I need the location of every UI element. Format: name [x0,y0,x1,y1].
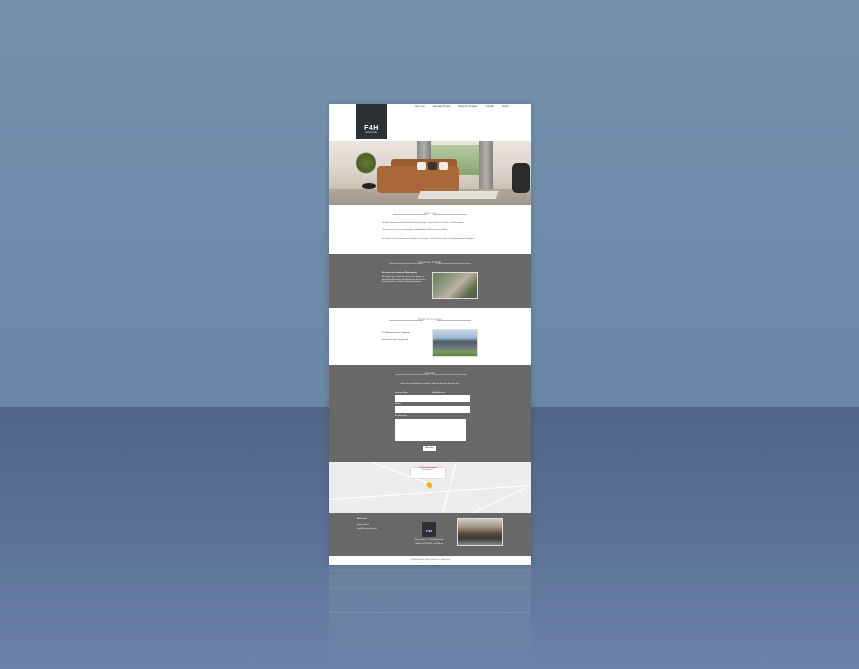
nav-item-aktuelles-projekt[interactable]: Aktuelles Projekt [433,105,451,108]
about-paragraph: Seit vielen Jahren realisieren wir Proje… [382,238,475,240]
site-logo[interactable]: F4H ENTWICKLUNG [356,104,387,139]
nav-item-ueber-uns[interactable]: Über uns [415,105,425,108]
current-project-section: Aktuelles Projekt Ein neues und modernes… [329,254,531,308]
current-project-photo [433,273,477,298]
map-pin-icon[interactable] [425,481,434,489]
hero-cushion [428,162,437,170]
nav-item-referenz-projekte[interactable]: Referenz Projekte [459,105,478,108]
footer-contact: Telefon 0123 456789 · info@f4h.de [414,543,444,545]
hero-plant [356,151,376,175]
subject-input[interactable] [395,406,470,413]
title-decoration-right [433,214,467,215]
reference-project-heading: 17 Wohneinheiten mit Tiefgarage [382,332,410,334]
hero-chair [512,163,530,193]
hero-cushion [439,162,448,170]
reflection-line [329,570,531,571]
logo-sub-text: ENTWICKLUNG [365,133,378,134]
location-map[interactable]: F4H Entwicklung GmbH Musterstraße 1 [329,462,531,513]
name-input[interactable] [395,395,433,402]
contact-title: Kontakt [424,372,436,375]
hero-sofa [377,166,459,193]
main-navigation: Über uns Aktuelles Projekt Referenz Proj… [415,105,517,108]
copyright-text: © F4H Entwicklung GmbH · Impressum · Dat… [409,559,451,561]
title-decoration-right [437,263,471,264]
current-project-image[interactable] [432,272,478,299]
reference-project-title: Referenz Projekte [417,318,443,321]
reflection-line [329,612,531,613]
footer-logo: F4H [422,522,436,537]
reference-project-image[interactable] [432,329,478,357]
map-info-bubble: F4H Entwicklung GmbH Musterstraße 1 [411,468,445,478]
map-road [471,487,527,513]
copyright-bar: © F4H Entwicklung GmbH · Impressum · Dat… [329,556,531,565]
reference-project-text: Mehrfamilienhaus, fertiggestellt [382,339,409,341]
about-section: Über uns Herzlich willkommen bei der F4H… [329,205,531,253]
nav-item-suche[interactable]: Suche [502,105,509,108]
submit-button[interactable]: Absenden [423,446,436,451]
reference-project-section: Referenz Projekte 17 Wohneinheiten mit T… [329,308,531,365]
hero-stool [362,183,376,189]
reference-project-photo [433,330,477,356]
site-header: F4H ENTWICKLUNG Über uns Aktuelles Proje… [329,104,531,141]
current-project-heading: Ein neues und modernes Wohnquartier [382,272,418,274]
current-project-text: Mit Tiefgarage, Grünflächen und kurzen W… [382,276,426,284]
email-label: E-Mail-Adresse [432,392,445,394]
hero-rug [417,191,499,199]
logo-main-text: F4H [364,125,379,132]
nav-item-kontakt[interactable]: Kontakt [486,105,494,108]
footer-photo-image [458,519,502,545]
reflection-line [329,588,531,589]
about-title: Über uns [423,212,437,215]
about-paragraph: Herzlich willkommen bei der F4H Entwickl… [382,222,465,224]
email-input[interactable] [432,395,470,402]
footer-line: Musterstraße 1 [357,524,370,526]
contact-intro: Wenn Sie uns kontaktieren möchten, fülle… [400,383,460,385]
message-label: Ihre Nachricht [395,415,407,417]
website-mockup: F4H ENTWICKLUNG Über uns Aktuelles Proje… [329,104,531,565]
message-textarea[interactable] [395,419,466,441]
footer-company: F4H GmbH [357,518,367,520]
title-decoration-right [437,320,471,321]
footer-address: Musterstraße 1 · 12345 Musterstadt [414,539,444,541]
title-decoration-right [433,374,467,375]
footer-photo [457,518,503,546]
hero-image [329,141,531,205]
page-reflection [329,566,531,669]
map-place-address: Musterstraße 1 [422,470,434,472]
footer-logo-text: F4H [426,529,432,533]
subject-label: Betreff [395,403,401,405]
hero-cushion [417,162,426,170]
footer-email[interactable]: info@f4h-entwicklung.de [357,528,377,531]
about-paragraph: Unser Anspruch ist es, hochwertigen und … [382,229,448,231]
current-project-title: Aktuelles Projekt [418,261,442,264]
contact-section: Kontakt Wenn Sie uns kontaktieren möchte… [329,365,531,462]
name-label: Vorname Name [395,392,409,394]
site-footer: F4H GmbH Musterstraße 1 info@f4h-entwick… [329,513,531,556]
